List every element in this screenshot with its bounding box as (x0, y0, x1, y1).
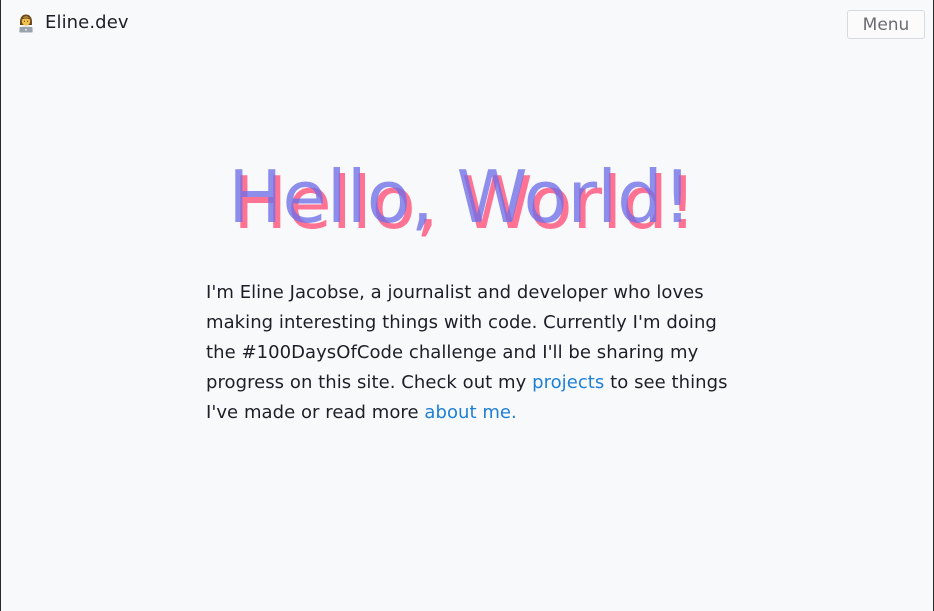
intro-paragraph: I'm Eline Jacobse, a journalist and deve… (206, 278, 731, 428)
about-me-link[interactable]: about me. (424, 402, 516, 423)
menu-button[interactable]: Menu (847, 10, 925, 39)
hero-title-blue-layer: Hello, World! (228, 155, 692, 239)
woman-technologist-icon (16, 13, 36, 33)
top-navigation-bar: Eline.dev Menu (1, 0, 933, 50)
brand-link[interactable]: Eline.dev (16, 12, 129, 33)
hero-title: Hello, World! Hello, World! (228, 152, 696, 245)
brand-label: Eline.dev (45, 12, 129, 33)
hero: Hello, World! Hello, World! (1, 152, 919, 252)
projects-link[interactable]: projects (532, 372, 604, 393)
